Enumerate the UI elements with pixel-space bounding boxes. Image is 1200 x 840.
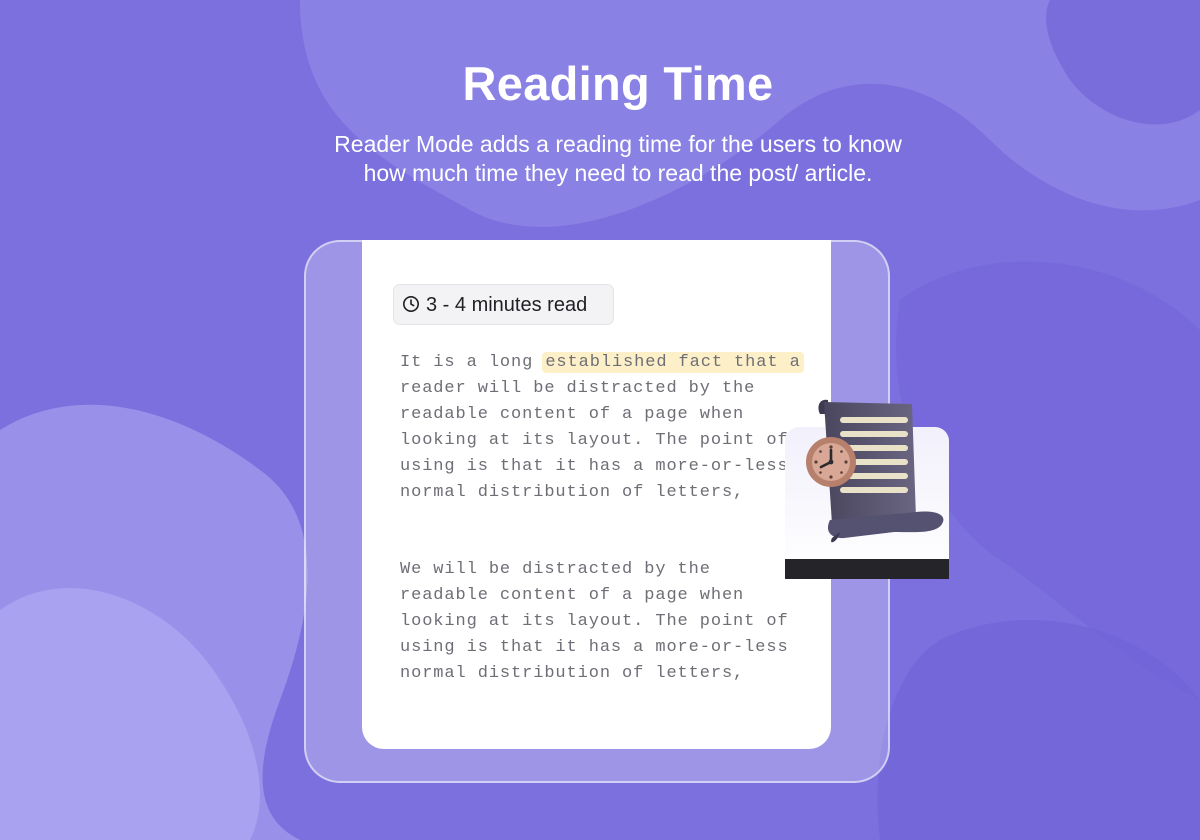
reading-time-illustration xyxy=(784,392,952,584)
reading-time-text: 3 - 4 minutes read xyxy=(426,294,588,316)
paragraph-line: using is that it has a more-or-less xyxy=(400,638,789,657)
paragraph-line: normal distribution of letters, xyxy=(400,664,745,683)
paragraph-line: looking at its layout. The point of xyxy=(400,431,789,450)
page-subtitle: Reader Mode adds a reading time for the … xyxy=(334,131,902,186)
paragraph-line: reader will be distracted by the xyxy=(400,379,756,398)
paragraph-line: We will be distracted by the xyxy=(400,560,711,579)
paragraph-line: looking at its layout. The point of xyxy=(400,612,789,631)
reading-time-badge: 3 - 4 minutes read xyxy=(393,284,614,325)
article-paragraph-1: It is a long established fact that a rea… xyxy=(400,350,820,506)
article-card: 3 - 4 minutes read It is a long establis… xyxy=(362,240,831,749)
article-paragraph-2: We will be distracted by the readable co… xyxy=(400,557,820,687)
scroll-with-clock-icon xyxy=(785,399,949,579)
paragraph-line: It is a long established fact that a xyxy=(400,350,820,376)
highlighted-text: established fact that a xyxy=(542,352,804,373)
paragraph-line: readable content of a page when xyxy=(400,405,745,424)
page-title: Reading Time xyxy=(462,57,774,110)
paragraph-line: normal distribution of letters, xyxy=(400,483,745,502)
paragraph-line: using is that it has a more-or-less xyxy=(400,457,789,476)
paragraph-line: readable content of a page when xyxy=(400,586,745,605)
paragraph-text: It is a long xyxy=(400,353,545,372)
clock-icon xyxy=(402,295,420,313)
